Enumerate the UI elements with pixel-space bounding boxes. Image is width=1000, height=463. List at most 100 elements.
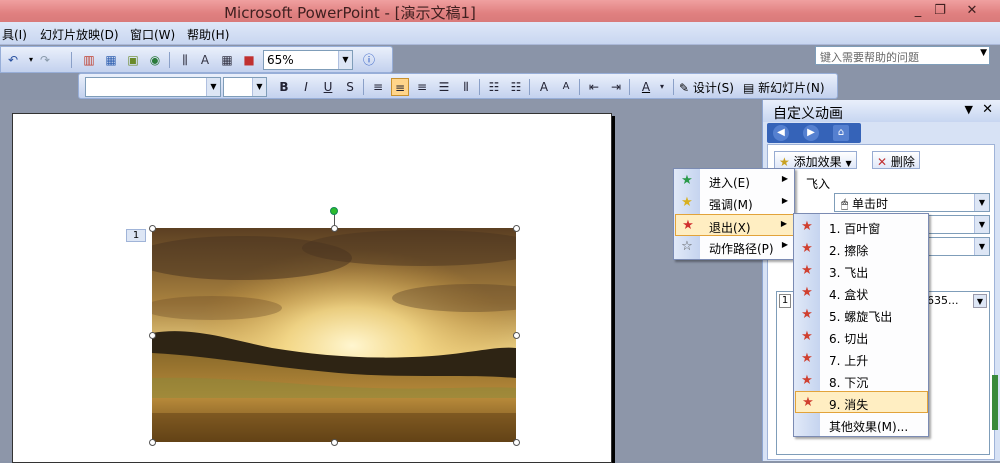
exit-effect-box[interactable]: ★ 4. 盒状 <box>795 282 928 304</box>
exit-effects-submenu: ★ 1. 百叶窗 ★ 2. 擦除 ★ 3. 飞出 ★ 4. 盒状 ★ 5. 螺旋飞出 ★ 6… <box>793 213 929 437</box>
align-left-button[interactable]: ≡ <box>369 78 387 96</box>
exit-effect-ascend[interactable]: ★ 7. 上升 <box>795 348 928 370</box>
undo-icon[interactable]: ↶ <box>5 52 21 68</box>
font-size-select[interactable]: ▼ <box>223 77 267 97</box>
menu-item-exit[interactable]: ★ 退出(X) ▶ <box>675 214 794 236</box>
redo-icon[interactable]: ↷ <box>37 52 53 68</box>
align-center-button[interactable]: ≡ <box>391 78 409 96</box>
align-right-button[interactable]: ≡ <box>413 78 431 96</box>
remove-label: 删除 <box>890 155 915 169</box>
help-search-input[interactable]: 键入需要帮助的问题 ▼ <box>815 46 990 65</box>
increase-font-icon[interactable]: A <box>535 78 553 96</box>
show-formatting-icon[interactable]: A <box>197 52 213 68</box>
exit-star-icon: ★ <box>801 351 813 366</box>
resize-handle-nw[interactable] <box>149 225 156 232</box>
increase-indent-icon[interactable]: ⇥ <box>607 78 625 96</box>
chevron-down-icon[interactable]: ▼ <box>974 194 989 211</box>
home-icon[interactable]: ⌂ <box>833 125 849 141</box>
start-value: 单击时 <box>852 197 889 211</box>
resize-handle-n[interactable] <box>331 225 338 232</box>
exit-effect-label: 4. 盒状 <box>829 288 869 302</box>
chevron-down-icon[interactable]: ▼ <box>980 48 987 58</box>
expand-icon[interactable]: ⫼ <box>177 52 193 68</box>
underline-button[interactable]: U <box>319 78 337 96</box>
more-effects-item[interactable]: 其他效果(M)... <box>795 414 928 436</box>
chart-icon[interactable]: ▥ <box>81 52 97 68</box>
exit-effect-label: 2. 擦除 <box>829 244 869 258</box>
new-slide-button[interactable]: ▤ 新幻灯片(N) <box>743 79 825 96</box>
chevron-down-icon[interactable]: ▼ <box>206 78 220 96</box>
scrollbar-thumb[interactable] <box>992 375 998 430</box>
exit-star-icon: ★ <box>801 329 813 344</box>
close-icon[interactable]: ✕ <box>982 102 993 117</box>
menu-window[interactable]: 窗口(W) <box>130 26 175 43</box>
landscape-photo[interactable] <box>152 228 516 442</box>
submenu-arrow-icon: ▶ <box>781 196 788 205</box>
exit-effect-peek-out[interactable]: ★ 6. 切出 <box>795 326 928 348</box>
menu-item-motion-path[interactable]: ☆ 动作路径(P) ▶ <box>675 236 794 258</box>
bold-button[interactable]: B <box>275 78 293 96</box>
start-select[interactable]: 🖱 单击时 ▼ <box>834 193 990 212</box>
exit-star-icon: ★ <box>801 219 813 234</box>
exit-star-icon: ★ <box>801 263 813 278</box>
numbering-icon[interactable]: ☷ <box>485 78 503 96</box>
menu-item-emphasis[interactable]: ★ 强调(M) ▶ <box>675 192 794 214</box>
list-item-index: 1 <box>779 294 791 308</box>
exit-effect-descend[interactable]: ★ 8. 下沉 <box>795 370 928 392</box>
italic-button[interactable]: I <box>297 78 315 96</box>
chevron-down-icon[interactable]: ▼ <box>974 238 989 255</box>
globe-icon[interactable]: ◉ <box>147 52 163 68</box>
resize-handle-s[interactable] <box>331 439 338 446</box>
menu-bar: 具(I) 幻灯片放映(D) 窗口(W) 帮助(H) 键入需要帮助的问题 ▼ <box>0 22 1000 65</box>
exit-effect-blinds[interactable]: ★ 1. 百叶窗 <box>795 216 928 238</box>
chevron-down-icon[interactable]: ▾ <box>653 78 671 96</box>
add-effect-button[interactable]: ★ 添加效果 ▼ <box>774 151 857 169</box>
exit-effect-label: 6. 切出 <box>829 332 869 346</box>
insert-picture-icon[interactable]: ▣ <box>125 52 141 68</box>
color-grayscale-icon[interactable]: ■ <box>241 52 257 68</box>
close-button[interactable]: ✕ <box>958 1 986 20</box>
justify-button[interactable]: ☰ <box>435 78 453 96</box>
zoom-select[interactable]: 65% ▼ <box>263 50 353 70</box>
chevron-down-icon: ▼ <box>845 159 852 168</box>
exit-effect-spiral-out[interactable]: ★ 5. 螺旋飞出 <box>795 304 928 326</box>
resize-handle-w[interactable] <box>149 332 156 339</box>
effect-category-menu: ★ 进入(E) ▶ ★ 强调(M) ▶ ★ 退出(X) ▶ ☆ 动作路径(P) … <box>673 168 795 260</box>
menu-item-entrance[interactable]: ★ 进入(E) ▶ <box>675 170 794 192</box>
chevron-down-icon[interactable]: ▼ <box>973 294 987 308</box>
font-name-select[interactable]: ▼ <box>85 77 221 97</box>
exit-effect-label: 8. 下沉 <box>829 376 869 390</box>
exit-star-icon: ★ <box>801 307 813 322</box>
resize-handle-ne[interactable] <box>513 225 520 232</box>
table-icon[interactable]: ▦ <box>103 52 119 68</box>
exit-effect-wipe[interactable]: ★ 2. 擦除 <box>795 238 928 260</box>
rotation-handle[interactable] <box>330 207 338 215</box>
separator <box>529 79 530 95</box>
decrease-indent-icon[interactable]: ⇤ <box>585 78 603 96</box>
help-icon[interactable]: ⓘ <box>361 52 377 68</box>
menu-tools[interactable]: 具(I) <box>2 26 27 43</box>
design-button[interactable]: ✎ 设计(S) <box>679 79 734 96</box>
animation-order-tag[interactable]: 1 <box>126 229 146 242</box>
chevron-down-icon[interactable]: ▼ <box>252 78 266 96</box>
grid-icon[interactable]: ▦ <box>219 52 235 68</box>
back-icon[interactable]: ◀ <box>773 125 789 141</box>
chevron-down-icon[interactable]: ▼ <box>338 51 352 69</box>
decrease-font-icon[interactable]: A <box>557 78 575 96</box>
restore-button[interactable]: ❐ <box>926 1 954 20</box>
exit-effect-disappear[interactable]: ★ 9. 消失 <box>795 391 928 413</box>
remove-button[interactable]: ✕ 删除 <box>872 151 920 169</box>
shadow-button[interactable]: S <box>341 78 359 96</box>
chevron-down-icon[interactable]: ▼ <box>974 216 989 233</box>
menu-help[interactable]: 帮助(H) <box>187 26 229 43</box>
resize-handle-se[interactable] <box>513 439 520 446</box>
bullets-icon[interactable]: ☷ <box>507 78 525 96</box>
forward-icon[interactable]: ▶ <box>803 125 819 141</box>
exit-effect-fly-out[interactable]: ★ 3. 飞出 <box>795 260 928 282</box>
menu-slideshow[interactable]: 幻灯片放映(D) <box>40 26 119 43</box>
chevron-down-icon[interactable]: ▼ <box>965 103 973 116</box>
resize-handle-e[interactable] <box>513 332 520 339</box>
distribute-button[interactable]: ⫴ <box>457 78 475 96</box>
list-item-text[interactable]: 635... <box>927 294 959 307</box>
resize-handle-sw[interactable] <box>149 439 156 446</box>
